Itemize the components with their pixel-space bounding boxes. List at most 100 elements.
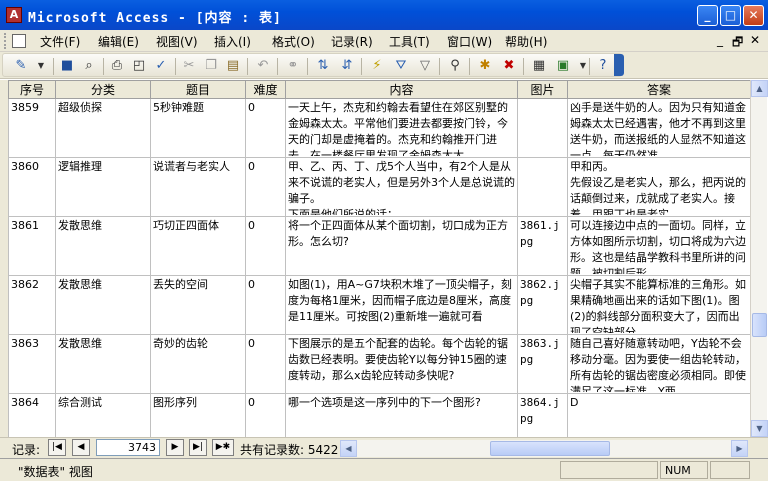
access-key-icon[interactable]: A	[6, 7, 22, 23]
cell-image[interactable]	[517, 157, 568, 217]
cell-id[interactable]: 3862	[8, 275, 56, 335]
sort-descending-icon[interactable]: ⇵	[339, 58, 355, 74]
scroll-right-button[interactable]: ▶	[731, 440, 748, 457]
cell-content[interactable]: 下图展示的是五个配套的齿轮。每个齿轮的锯齿数已经表明。要使齿轮Y以每分钟15圈的…	[285, 334, 518, 394]
first-record-button[interactable]: |◀	[48, 439, 66, 456]
mdi-restore-button[interactable]: 🗗	[732, 33, 743, 54]
column-header-content[interactable]: 内容	[285, 80, 518, 99]
cell-id[interactable]: 3863	[8, 334, 56, 394]
cell-answer[interactable]: 甲和丙。 先假设乙是老实人，那么，把丙说的话颠倒过来，戊就成了老实人。接着，甲跟…	[567, 157, 751, 217]
cell-answer[interactable]: 凶手是送牛奶的人。因为只有知道金姆森太太已经遇害，他才不再到这里送牛奶，而送报纸…	[567, 98, 751, 158]
filter-by-selection-icon[interactable]: ⚡	[369, 58, 385, 74]
close-button[interactable]: ✕	[743, 5, 764, 26]
menu-tools[interactable]: 工具(T)	[389, 33, 430, 50]
cell-image[interactable]: 3861.jpg	[517, 216, 568, 276]
previous-record-button[interactable]: ◀	[72, 439, 90, 456]
table-row[interactable]: 3862 发散思维 丢失的空间 0 如图(1)，用A~G7块积木堆了一顶尖帽子，刻度为每…	[8, 275, 751, 335]
print-preview-icon[interactable]: ◰	[131, 58, 147, 74]
hyperlink-icon[interactable]: ⚭	[285, 58, 301, 74]
column-header-title[interactable]: 题目	[150, 80, 246, 99]
cell-id[interactable]: 3864	[8, 393, 56, 437]
properties-icon[interactable]: ▦	[531, 58, 547, 74]
cell-image[interactable]: 3862.jpg	[517, 275, 568, 335]
datasheet-grid[interactable]: 序号 分类 题目 难度 内容 图片 答案 3859 超级侦探 5秒钟难题 0 一天上午，…	[0, 80, 768, 437]
cell-difficulty[interactable]: 0	[245, 157, 286, 217]
new-record-button[interactable]: ▶✱	[212, 439, 234, 456]
cell-title[interactable]: 巧切正四面体	[150, 216, 246, 276]
cell-image[interactable]: 3863.jpg	[517, 334, 568, 394]
column-header-image[interactable]: 图片	[517, 80, 568, 99]
table-row[interactable]: 3859 超级侦探 5秒钟难题 0 一天上午，杰克和约翰去看望住在郊区别墅的金姆森太太。…	[8, 98, 751, 158]
cell-category[interactable]: 超级侦探	[55, 98, 151, 158]
toolbar-options-button[interactable]	[614, 54, 624, 76]
mdi-minimize-button[interactable]: _	[717, 33, 723, 47]
cell-category[interactable]: 综合测试	[55, 393, 151, 437]
cell-image[interactable]: 3864.jpg	[517, 393, 568, 437]
cell-difficulty[interactable]: 0	[245, 334, 286, 394]
cell-category[interactable]: 发散思维	[55, 216, 151, 276]
scroll-left-button[interactable]: ◀	[340, 440, 357, 457]
menu-view[interactable]: 视图(V)	[156, 33, 198, 50]
menu-edit[interactable]: 编辑(E)	[98, 33, 139, 50]
filter-by-form-icon[interactable]: ⛛	[393, 58, 409, 74]
cell-difficulty[interactable]: 0	[245, 216, 286, 276]
menubar-grip[interactable]	[4, 33, 8, 49]
horizontal-scrollbar[interactable]: ◀ ▶	[340, 440, 748, 457]
table-row[interactable]: 3860 逻辑推理 说谎者与老实人 0 甲、乙、丙、丁、戊5个人当中，有2个人是从来不说…	[8, 157, 751, 217]
paste-icon[interactable]: ▤	[225, 58, 241, 74]
scroll-down-button[interactable]: ▼	[751, 420, 768, 437]
menu-file[interactable]: 文件(F)	[40, 33, 80, 50]
horizontal-scroll-thumb[interactable]	[490, 441, 610, 456]
column-header-category[interactable]: 分类	[55, 80, 151, 99]
menu-insert[interactable]: 插入(I)	[214, 33, 251, 50]
apply-filter-icon[interactable]: ▽	[417, 58, 433, 74]
cell-title[interactable]: 丢失的空间	[150, 275, 246, 335]
cell-title[interactable]: 奇妙的齿轮	[150, 334, 246, 394]
copy-icon[interactable]: ❐	[203, 58, 219, 74]
cell-difficulty[interactable]: 0	[245, 98, 286, 158]
cell-content[interactable]: 一天上午，杰克和约翰去看望住在郊区别墅的金姆森太太。平常他们要进去都要按门铃，今…	[285, 98, 518, 158]
cell-answer[interactable]: 尖帽子其实不能算标准的三角形。如果精确地画出来的话如下图(1)。图(2)的斜线部…	[567, 275, 751, 335]
cell-content[interactable]: 甲、乙、丙、丁、戊5个人当中，有2个人是从来不说谎的老实人，但是另外3个人是总说…	[285, 157, 518, 217]
vertical-scrollbar[interactable]: ▲ ▼	[750, 80, 768, 437]
cell-id[interactable]: 3859	[8, 98, 56, 158]
last-record-button[interactable]: ▶|	[189, 439, 207, 456]
cell-answer[interactable]: 可以连接边中点的一面切。同样，立方体如图所示切割，切口将成为六边形。这也是结晶学…	[567, 216, 751, 276]
menu-records[interactable]: 记录(R)	[331, 33, 373, 50]
mdi-close-button[interactable]: ✕	[750, 33, 760, 47]
cell-id[interactable]: 3861	[8, 216, 56, 276]
cell-content[interactable]: 将一个正四面体从某个面切割，切口成为正方形。怎么切?	[285, 216, 518, 276]
view-icon[interactable]: ✎	[13, 58, 29, 74]
maximize-button[interactable]: □	[720, 5, 741, 26]
column-header-id[interactable]: 序号	[8, 80, 56, 99]
spelling-icon[interactable]: ✓	[153, 58, 169, 74]
cell-difficulty[interactable]: 0	[245, 393, 286, 437]
cell-category[interactable]: 逻辑推理	[55, 157, 151, 217]
table-row[interactable]: 3864 综合测试 图形序列 0 哪一个选项是这一序列中的下一个图形? 3864.jpg D	[8, 393, 751, 437]
column-header-difficulty[interactable]: 难度	[245, 80, 286, 99]
table-row[interactable]: 3863 发散思维 奇妙的齿轮 0 下图展示的是五个配套的齿轮。每个齿轮的锯齿数已经表明…	[8, 334, 751, 394]
cell-category[interactable]: 发散思维	[55, 334, 151, 394]
minimize-button[interactable]: _	[697, 5, 718, 26]
delete-record-icon[interactable]: ✖	[501, 58, 517, 74]
search-icon[interactable]: ⌕	[81, 58, 97, 74]
cell-content[interactable]: 哪一个选项是这一序列中的下一个图形?	[285, 393, 518, 437]
table-window-icon[interactable]	[12, 34, 26, 48]
cell-category[interactable]: 发散思维	[55, 275, 151, 335]
save-icon[interactable]: ■	[59, 58, 75, 74]
help-icon[interactable]: ?	[595, 58, 611, 74]
cell-content[interactable]: 如图(1)，用A~G7块积木堆了一顶尖帽子，刻度为每格1厘米，因而帽子底边是8厘…	[285, 275, 518, 335]
cell-answer[interactable]: 随自己喜好随意转动吧，Y齿轮不会移动分毫。因为要使一组齿轮转动，所有齿轮的锯齿密…	[567, 334, 751, 394]
menu-help[interactable]: 帮助(H)	[505, 33, 547, 50]
find-icon[interactable]: ⚲	[447, 58, 463, 74]
menu-format[interactable]: 格式(O)	[272, 33, 315, 50]
cell-title[interactable]: 说谎者与老实人	[150, 157, 246, 217]
database-window-icon[interactable]: ▣	[555, 58, 571, 74]
cell-image[interactable]	[517, 98, 568, 158]
cell-title[interactable]: 图形序列	[150, 393, 246, 437]
print-icon[interactable]: ⎙	[109, 58, 125, 74]
cell-id[interactable]: 3860	[8, 157, 56, 217]
undo-icon[interactable]: ↶	[255, 58, 271, 74]
sort-ascending-icon[interactable]: ⇅	[315, 58, 331, 74]
cut-icon[interactable]: ✂	[181, 58, 197, 74]
